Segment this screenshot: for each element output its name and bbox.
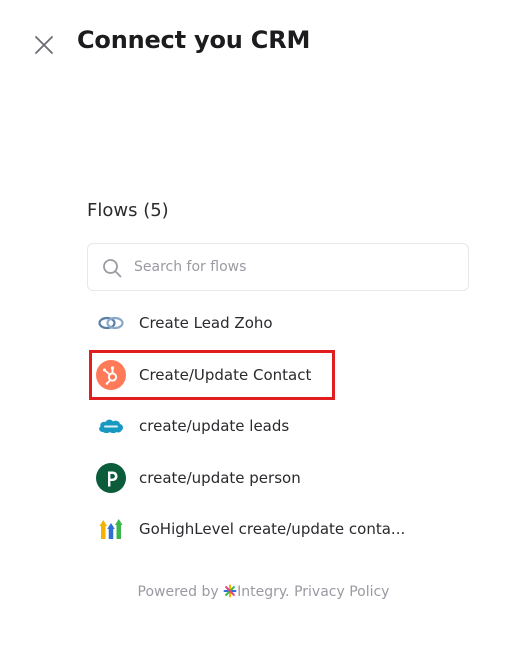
flow-item-label: create/update leads [139, 417, 290, 435]
flow-list: Create Lead Zoho Create/Update Contact c… [87, 298, 469, 556]
flows-heading: Flows (5) [87, 200, 169, 221]
gohighlevel-icon [99, 519, 123, 539]
hubspot-icon [96, 359, 126, 390]
flow-item-create-update-leads[interactable]: create/update leads [87, 401, 469, 453]
privacy-policy-link[interactable]: Privacy Policy [294, 584, 389, 600]
integry-logo-icon [223, 584, 237, 598]
flow-item-create-update-contact[interactable]: Create/Update Contact [87, 350, 469, 402]
close-icon [35, 36, 53, 54]
pipedrive-icon [96, 462, 126, 493]
flow-item-label: GoHighLevel create/update conta... [139, 520, 406, 538]
flow-item-label: create/update person [139, 468, 301, 487]
flow-item-label: Create/Update Contact [139, 365, 312, 384]
flow-item-gohighlevel[interactable]: GoHighLevel create/update conta... [87, 504, 469, 556]
flow-item-create-update-person[interactable]: create/update person [87, 453, 469, 505]
footer: Powered by Integry. Privacy Policy [0, 584, 527, 600]
integry-link[interactable]: Integry. [223, 584, 294, 600]
search-box[interactable] [87, 243, 469, 291]
powered-by-text: Powered by [137, 584, 219, 600]
integry-brand-text: Integry. [237, 584, 290, 600]
zoho-link-icon [98, 316, 124, 330]
salesforce-icon [99, 419, 123, 434]
page-title: Connect you CRM [77, 26, 311, 54]
search-input[interactable] [134, 254, 454, 280]
flow-item-label: Create Lead Zoho [139, 314, 273, 332]
flow-item-create-lead-zoho[interactable]: Create Lead Zoho [87, 298, 469, 350]
close-button[interactable] [33, 34, 55, 56]
connect-crm-panel: Connect you CRM Flows (5) Create Lead Zo… [0, 0, 527, 669]
search-icon [103, 259, 122, 278]
